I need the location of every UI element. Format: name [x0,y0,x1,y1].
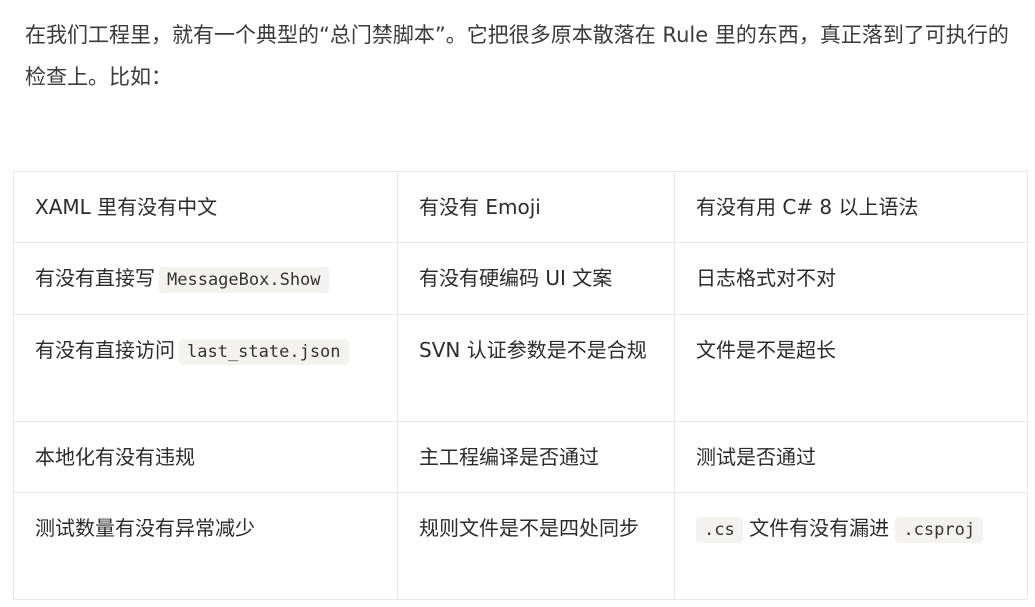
table-row: 有没有直接访问 last_state.json SVN 认证参数是不是合规 文件是… [13,314,1028,422]
cell-text: 文件有没有漏进 [749,516,890,540]
table-cell: 文件是不是超长 [674,314,1028,422]
cell-text: 测试是否通过 [696,445,816,469]
table-cell: XAML 里有没有中文 [13,171,398,243]
cell-text: 有没有用 C# 8 以上语法 [696,195,919,219]
table-cell: 测试数量有没有异常减少 [13,492,398,600]
cell-text: 规则文件是不是四处同步 [419,516,639,540]
table-cell: SVN 认证参数是不是合规 [397,314,675,422]
inline-code: MessageBox.Show [159,267,329,293]
table-cell: 测试是否通过 [674,421,1028,493]
table-cell: 本地化有没有违规 [13,421,398,493]
cell-text: 有没有 Emoji [419,195,541,219]
inline-code: last_state.json [179,339,349,365]
cell-text: XAML 里有没有中文 [35,195,218,219]
table-row: XAML 里有没有中文 有没有 Emoji 有没有用 C# 8 以上语法 [13,171,1028,243]
table-row: 有没有直接写 MessageBox.Show 有没有硬编码 UI 文案 日志格式对… [13,242,1028,315]
table-row: 本地化有没有违规 主工程编译是否通过 测试是否通过 [13,421,1028,493]
table-cell: 主工程编译是否通过 [397,421,675,493]
cell-text: 有没有直接写 [35,266,155,290]
cell-text: 日志格式对不对 [696,266,836,290]
cell-text: 有没有硬编码 UI 文案 [419,266,613,290]
table-cell: 有没有硬编码 UI 文案 [397,242,675,315]
inline-code: .cs [696,517,743,543]
cell-text: 本地化有没有违规 [35,445,195,469]
table-cell: 规则文件是不是四处同步 [397,492,675,600]
cell-text: 文件是不是超长 [696,338,836,362]
cell-text: SVN 认证参数是不是合规 [419,338,647,362]
table-row: 测试数量有没有异常减少 规则文件是不是四处同步 .cs 文件有没有漏进 .csp… [13,492,1028,600]
table-cell: .cs 文件有没有漏进 .csproj [674,492,1028,600]
checks-table: XAML 里有没有中文 有没有 Emoji 有没有用 C# 8 以上语法 有没有… [13,171,1028,600]
table-cell: 日志格式对不对 [674,242,1028,315]
table-cell: 有没有直接写 MessageBox.Show [13,242,398,315]
inline-code: .csproj [895,517,984,543]
table-cell: 有没有用 C# 8 以上语法 [674,171,1028,243]
table-cell: 有没有直接访问 last_state.json [13,314,398,422]
table-cell: 有没有 Emoji [397,171,675,243]
cell-text: 测试数量有没有异常减少 [35,516,255,540]
cell-text: 有没有直接访问 [35,338,175,362]
cell-text: 主工程编译是否通过 [419,445,599,469]
intro-paragraph: 在我们工程里，就有一个典型的“总门禁脚本”。它把很多原本散落在 Rule 里的东… [25,23,1009,89]
